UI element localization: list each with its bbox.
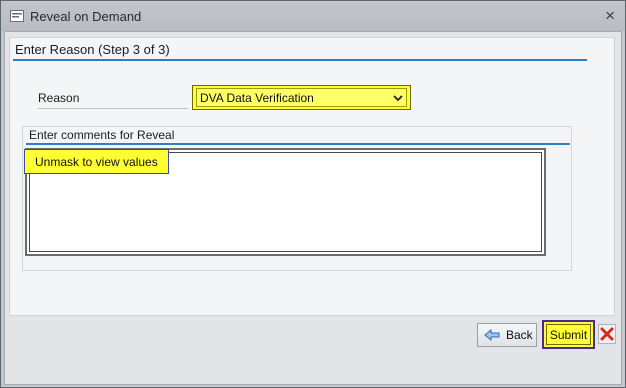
red-x-icon — [600, 327, 614, 341]
step-divider — [13, 59, 587, 61]
window-title: Reveal on Demand — [30, 9, 142, 24]
back-button[interactable]: Back — [477, 323, 537, 347]
comments-heading: Enter comments for Reveal — [29, 128, 175, 142]
title-bar[interactable]: Reveal on Demand × — [1, 1, 625, 31]
chevron-down-icon[interactable] — [393, 90, 403, 109]
arrow-left-icon — [484, 329, 500, 341]
back-label: Back — [506, 328, 533, 342]
close-icon[interactable]: × — [605, 7, 615, 25]
submit-highlight: Submit — [542, 320, 595, 349]
comment-value: Unmask to view values — [35, 155, 158, 169]
step-heading: Enter Reason (Step 3 of 3) — [15, 42, 170, 57]
reason-selected-value: DVA Data Verification — [200, 90, 314, 105]
reason-highlight: DVA Data Verification — [192, 85, 411, 110]
comments-divider — [26, 143, 570, 145]
comment-highlight: Unmask to view values — [24, 149, 169, 174]
reason-label: Reason — [38, 91, 188, 109]
step-panel: Enter Reason (Step 3 of 3) Reason DVA Da… — [9, 37, 615, 316]
submit-button[interactable]: Submit — [546, 324, 591, 345]
dialog-icon — [10, 10, 24, 22]
reason-dropdown[interactable]: DVA Data Verification — [196, 88, 407, 107]
reveal-dialog: Reveal on Demand × Enter Reason (Step 3 … — [0, 0, 626, 388]
cancel-button[interactable] — [598, 324, 616, 344]
